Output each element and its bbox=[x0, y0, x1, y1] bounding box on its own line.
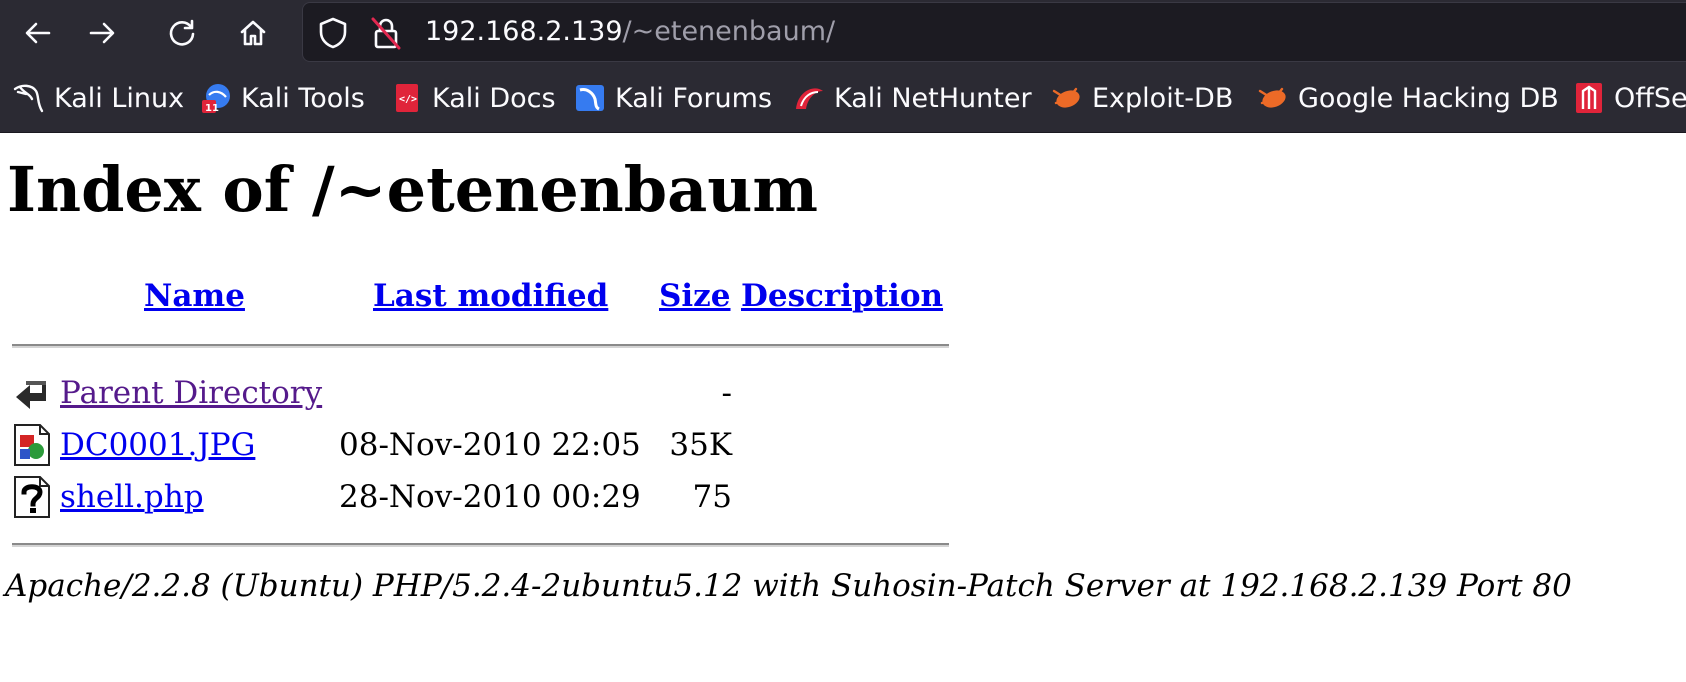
url-path: /~etenenbaum/ bbox=[622, 16, 836, 47]
bookmark-label: OffSe bbox=[1614, 82, 1686, 114]
bookmark-kali-tools[interactable]: 11 Kali Tools bbox=[199, 80, 365, 116]
file-link-shell-php[interactable]: shell.php bbox=[60, 477, 204, 517]
bookmark-label: Kali Forums bbox=[615, 82, 773, 114]
bookmark-offsec[interactable]: OffSe bbox=[1572, 80, 1686, 116]
bookmark-kali-docs[interactable]: </> Kali Docs bbox=[390, 80, 556, 116]
kali-dragon-icon bbox=[12, 81, 46, 115]
image-file-icon bbox=[12, 423, 52, 467]
bookmark-kali-forums[interactable]: Kali Forums bbox=[573, 80, 772, 116]
kali-tools-icon: 11 bbox=[199, 81, 233, 115]
kali-forums-icon bbox=[573, 81, 607, 115]
column-header-name[interactable]: Name bbox=[144, 276, 245, 316]
bookmark-label: Kali NetHunter bbox=[834, 82, 1032, 114]
file-size: 35K bbox=[669, 427, 732, 463]
home-icon[interactable] bbox=[231, 11, 275, 55]
file-link-dc0001-jpg[interactable]: DC0001.JPG bbox=[60, 425, 255, 465]
unknown-file-icon bbox=[12, 475, 52, 519]
forward-arrow-icon[interactable] bbox=[80, 11, 124, 55]
shield-icon[interactable] bbox=[316, 16, 350, 50]
bookmark-google-hacking-db[interactable]: Google Hacking DB bbox=[1256, 80, 1559, 116]
file-link-parent-directory[interactable]: Parent Directory bbox=[60, 373, 322, 413]
parent-directory-icon bbox=[12, 371, 52, 415]
url-bar[interactable]: 192.168.2.139/~etenenbaum/ bbox=[302, 2, 1686, 62]
ghdb-icon bbox=[1256, 81, 1290, 115]
column-header-description[interactable]: Description bbox=[741, 276, 943, 316]
url-host: 192.168.2.139 bbox=[425, 16, 623, 47]
insecure-lock-icon[interactable] bbox=[369, 16, 403, 50]
svg-text:11: 11 bbox=[205, 103, 219, 114]
bookmark-exploit-db[interactable]: Exploit-DB bbox=[1050, 80, 1233, 116]
exploit-db-icon bbox=[1050, 81, 1084, 115]
bookmark-label: Google Hacking DB bbox=[1298, 82, 1559, 114]
page-title: Index of /~etenenbaum bbox=[7, 153, 818, 226]
bookmark-label: Kali Tools bbox=[241, 82, 365, 114]
svg-text:</>: </> bbox=[399, 94, 417, 105]
browser-toolbar: 192.168.2.139/~etenenbaum/ bbox=[0, 0, 1686, 65]
file-last-modified: 08-Nov-2010 22:05 bbox=[339, 427, 641, 463]
bookmark-kali-linux[interactable]: Kali Linux bbox=[12, 80, 184, 116]
header-divider bbox=[12, 344, 949, 348]
file-size: 75 bbox=[692, 479, 732, 515]
offsec-icon bbox=[1572, 81, 1606, 115]
bookmark-kali-nethunter[interactable]: Kali NetHunter bbox=[792, 80, 1032, 116]
file-size: - bbox=[721, 375, 732, 411]
bookmark-label: Kali Docs bbox=[432, 82, 556, 114]
reload-icon[interactable] bbox=[160, 11, 204, 55]
kali-nethunter-icon bbox=[792, 81, 826, 115]
back-arrow-icon[interactable] bbox=[16, 11, 60, 55]
column-header-last-modified[interactable]: Last modified bbox=[373, 276, 608, 316]
server-signature: Apache/2.2.8 (Ubuntu) PHP/5.2.4-2ubuntu5… bbox=[5, 568, 1572, 604]
bookmark-label: Exploit-DB bbox=[1092, 82, 1234, 114]
file-last-modified: 28-Nov-2010 00:29 bbox=[339, 479, 641, 515]
kali-docs-icon: </> bbox=[390, 81, 424, 115]
bookmark-label: Kali Linux bbox=[54, 82, 185, 114]
url-text[interactable]: 192.168.2.139/~etenenbaum/ bbox=[425, 14, 835, 50]
column-header-size[interactable]: Size bbox=[659, 276, 731, 316]
page-content: Index of /~etenenbaum Name Last modified… bbox=[0, 133, 1686, 682]
bookmarks-toolbar: Kali Linux 11 Kali Tools </> Kali Docs K… bbox=[0, 65, 1686, 133]
footer-divider bbox=[12, 543, 949, 547]
